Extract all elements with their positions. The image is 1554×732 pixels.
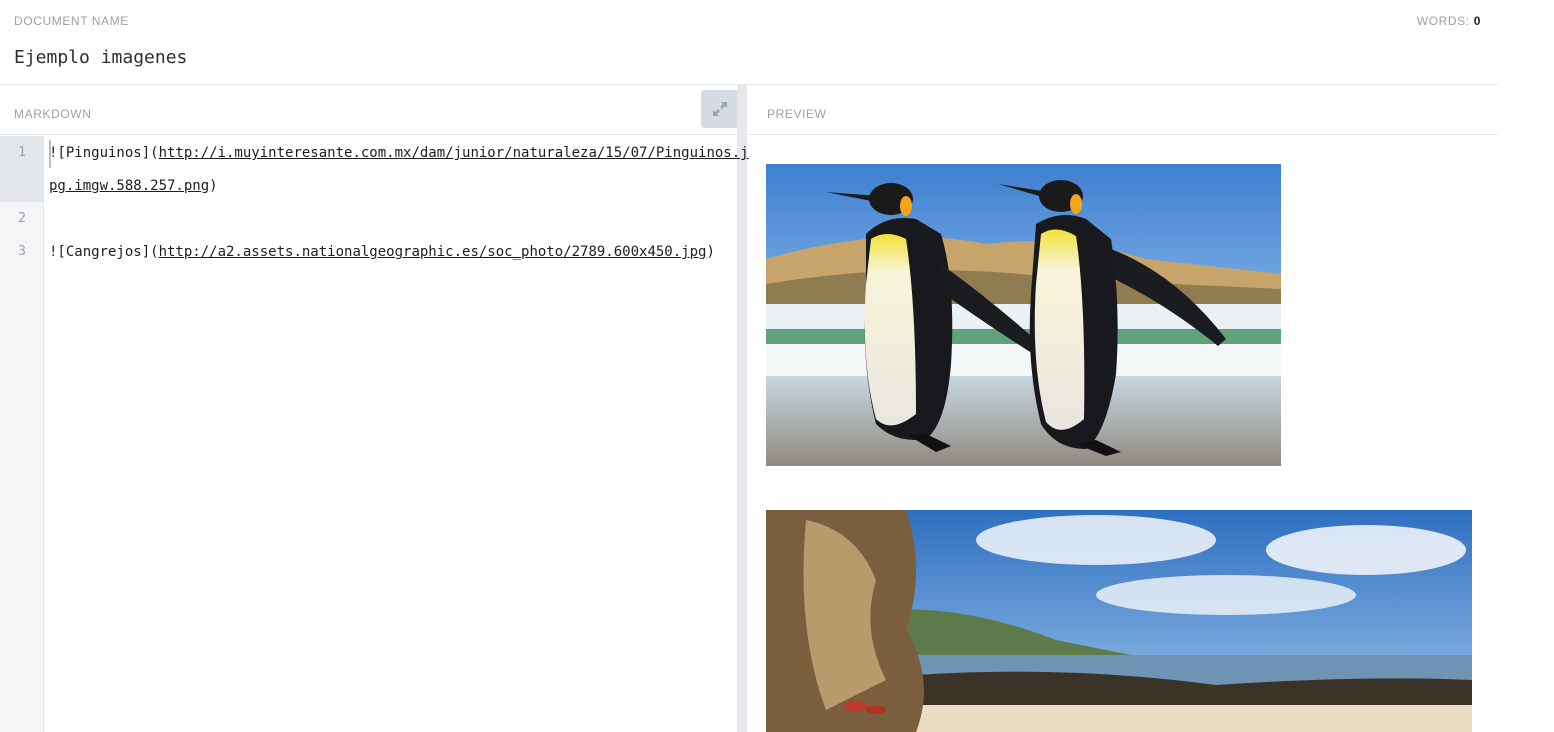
preview-label: PREVIEW [767,107,827,121]
line-number: 2 [18,211,26,226]
image-url: http://i.muyinteresante.com.mx/dam/junio… [158,145,749,161]
line-number-gutter: 1 2 3 [0,136,44,732]
image-url-continued: pg.imgw.588.257.png [49,178,210,194]
word-count-value: 0 [1473,14,1481,28]
markdown-label: MARKDOWN [14,107,92,121]
penguins-image [766,164,1281,466]
pane-divider[interactable] [737,85,747,732]
markdown-syntax: ) [209,178,218,194]
preview-pane-header: PREVIEW [747,85,1498,135]
code-line-1[interactable]: ![Pinguinos](http://i.muyinteresante.com… [49,145,749,161]
markdown-syntax: ![Cangrejos]( [49,244,159,260]
document-header: DOCUMENT NAME Ejemplo imagenes WORDS: 0 [0,0,1498,85]
code-line-3[interactable]: ![Cangrejos](http://a2.assets.nationalge… [49,244,715,260]
crabs-image-drawing [766,510,1472,732]
markdown-preview [747,136,1498,732]
markdown-syntax: ![Pinguinos]( [49,145,159,161]
expand-editor-button[interactable] [701,90,739,128]
penguins-image-drawing [766,164,1281,466]
markdown-pane-header: MARKDOWN [0,85,739,135]
image-url: http://a2.assets.nationalgeographic.es/s… [158,244,707,260]
document-name-label: DOCUMENT NAME [14,14,129,28]
markdown-syntax: ) [706,244,715,260]
markdown-editor[interactable]: 1 2 3 ![Pinguinos](http://i.muyinteresan… [0,136,749,732]
line-number: 1 [18,145,26,160]
expand-arrows-icon [713,102,727,116]
document-title-input[interactable]: Ejemplo imagenes [14,47,187,68]
code-line-1-wrap[interactable]: pg.imgw.588.257.png) [49,178,218,194]
line-number: 3 [18,244,26,259]
word-count-label: WORDS: [1416,14,1470,28]
crabs-image [766,510,1472,732]
word-count: WORDS: 0 [1417,14,1481,28]
